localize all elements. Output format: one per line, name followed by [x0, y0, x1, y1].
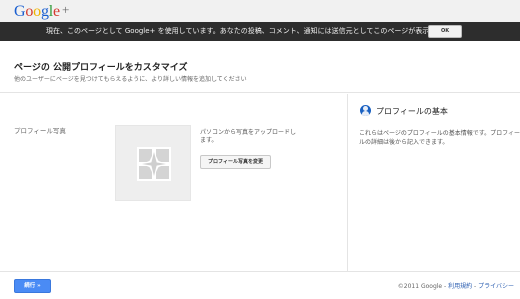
upload-hint: パソコンから写真をアップロードします。 [200, 129, 297, 144]
change-profile-photo-button[interactable]: プロフィール写真を変更 [200, 155, 271, 169]
page-subtitle: 他のユーザーにページを見つけてもらえるように、より詳しい情報を追加してください [14, 76, 247, 83]
footer-links: ©2011 Google - 利用規約 - プライバシー [398, 281, 514, 290]
page-title: ページの 公開プロフィールをカスタマイズ [14, 63, 188, 73]
copyright-text: ©2011 Google - [397, 283, 449, 290]
profile-photo-label: プロフィール写真 [14, 127, 66, 135]
profile-photo-placeholder[interactable] [115, 125, 191, 201]
continue-button[interactable]: 続行 » [14, 279, 51, 293]
title-section: ページの 公開プロフィールをカスタマイズ 他のユーザーにページを見つけてもらえる… [0, 41, 520, 93]
notice-ok-button[interactable]: OK [428, 25, 462, 38]
person-icon [360, 105, 371, 116]
footer: 続行 » ©2011 Google - 利用規約 - プライバシー [0, 271, 520, 299]
profile-main-panel: プロフィール写真 パソコンから写真をアップロードします。 プロフィール写真を変更 [0, 94, 347, 271]
side-panel-title: プロフィールの基本 [376, 107, 448, 116]
terms-link[interactable]: 利用規約 [448, 283, 472, 290]
privacy-link[interactable]: プライバシー [478, 283, 514, 290]
gift-placeholder-icon [137, 147, 171, 181]
top-bar: Google + [0, 0, 520, 22]
page: Google + 現在、このページとして Google+ を使用しています。あなた… [0, 0, 520, 299]
notice-text: 現在、このページとして Google+ を使用しています。あなたの投稿、コメント… [46, 27, 464, 35]
google-plus-logo[interactable]: Google + [14, 0, 69, 22]
page-identity-notice: 現在、このページとして Google+ を使用しています。あなたの投稿、コメント… [0, 22, 520, 41]
side-panel-description: これらはページのプロフィールの基本情報です。プロフィールの詳細は後から記入できま… [359, 130, 520, 146]
profile-basics-panel: プロフィールの基本 これらはページのプロフィールの基本情報です。プロフィールの詳… [347, 94, 520, 271]
